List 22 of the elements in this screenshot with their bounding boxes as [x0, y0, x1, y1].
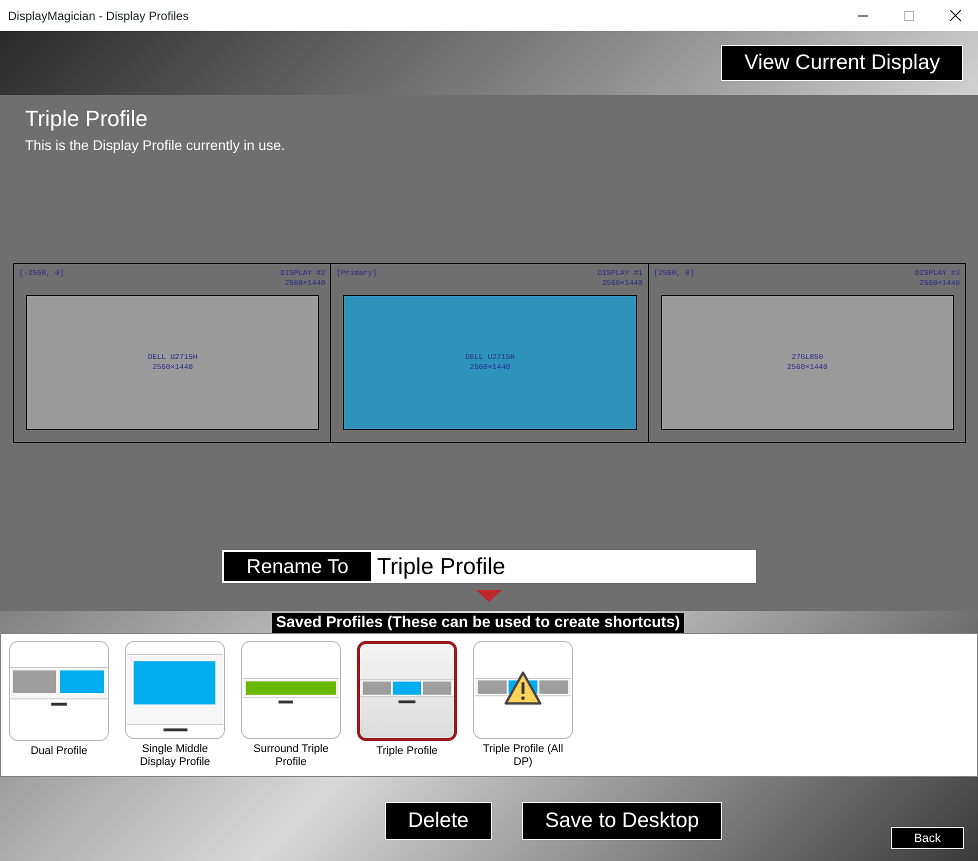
- profile-name: Triple Profile: [375, 745, 439, 758]
- profile-title: Triple Profile: [25, 106, 148, 132]
- rename-field[interactable]: Triple Profile: [373, 550, 756, 583]
- profile-item[interactable]: Triple Profile: [357, 641, 457, 769]
- profile-item[interactable]: Surround Triple Profile: [241, 641, 341, 769]
- action-button[interactable]: Save to Desktop: [522, 802, 722, 840]
- profile-item[interactable]: Triple Profile (All DP): [473, 641, 573, 769]
- view-current-display-button[interactable]: View Current Display: [721, 45, 963, 81]
- back-button[interactable]: Back: [891, 827, 964, 849]
- close-icon: [950, 10, 960, 21]
- maximize-icon: [904, 10, 914, 20]
- profile-name: Triple Profile (All DP): [482, 743, 564, 769]
- profile-name: Surround Triple Profile: [252, 743, 330, 769]
- profile-name: Single Middle Display Profile: [138, 743, 212, 769]
- profile-description: This is the Display Profile currently in use.: [25, 136, 285, 155]
- profile-item[interactable]: Single Middle Display Profile: [125, 641, 225, 769]
- rename-label: Rename To: [222, 550, 373, 583]
- window-title: DisplayMagician - Display Profiles: [8, 8, 190, 24]
- action-button[interactable]: Delete: [385, 802, 492, 840]
- profile-item[interactable]: Dual Profile: [9, 641, 109, 769]
- saved-profiles-label: Saved Profiles (These can be used to create shortcuts): [272, 613, 684, 633]
- profile-name: Dual Profile: [30, 745, 88, 758]
